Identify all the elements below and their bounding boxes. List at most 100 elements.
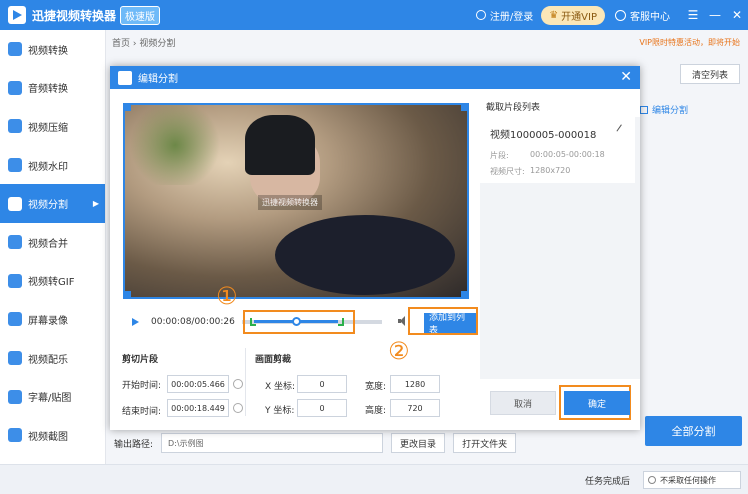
edit-split-link[interactable]: 编辑分割 — [640, 103, 688, 116]
vip-button[interactable]: ♛ 开通VIP — [541, 5, 605, 25]
sidebar-item-label: 视频分割 — [28, 200, 68, 212]
x-field[interactable]: 0 — [297, 375, 347, 393]
sidebar-item-label: 视频配乐 — [28, 354, 68, 366]
menu-icon[interactable]: ☰ — [682, 8, 704, 22]
gif-icon — [8, 273, 22, 288]
sidebar-item-audio-convert[interactable]: 音频转换 — [0, 69, 105, 108]
clip-section-title: 剪切片段 — [122, 355, 159, 365]
list-item[interactable]: 视频1000005-000018 片段: 00:00:05-00:00:18 视… — [480, 117, 635, 183]
sidebar-item-watermark[interactable]: 视频水印 — [0, 146, 105, 185]
close-icon[interactable]: ✕ — [726, 8, 748, 22]
y-label: Y 坐标: — [265, 406, 295, 416]
divider — [245, 348, 246, 416]
watermark-icon — [8, 158, 22, 173]
after-task-value: 不采取任何操作 — [660, 475, 716, 485]
pencil-icon[interactable] — [616, 124, 628, 136]
sidebar-item-merge[interactable]: 视频合并 — [0, 223, 105, 262]
edit-split-label: 编辑分割 — [652, 106, 689, 116]
height-field[interactable]: 720 — [390, 399, 440, 417]
clip-list-panel: 截取片段列表 视频1000005-000018 片段: 00:00:05-00:… — [480, 94, 640, 430]
video-compress-icon — [8, 119, 22, 134]
dialog-header: 编辑分割 — [110, 66, 640, 89]
login-link[interactable]: 注册/登录 — [490, 8, 533, 23]
sidebar-item-screenshot[interactable]: 视频截图 — [0, 416, 105, 455]
play-icon[interactable] — [132, 318, 139, 326]
sidebar-item-label: 视频转换 — [28, 45, 68, 57]
reset-end-icon[interactable] — [233, 403, 243, 413]
clock-icon — [648, 476, 656, 484]
annotation-box-2 — [408, 307, 478, 335]
crop-handle[interactable] — [461, 105, 467, 111]
app-logo-icon — [8, 6, 26, 24]
annotation-marker-1: ① — [216, 282, 238, 310]
subtitle-icon — [8, 389, 22, 404]
annotation-marker-2: ② — [388, 337, 410, 365]
sidebar-item-subtitle[interactable]: 字幕/贴图 — [0, 377, 105, 416]
sidebar-item-split[interactable]: 视频分割 ▶ — [0, 184, 105, 223]
sidebar-item-video-compress[interactable]: 视频压缩 — [0, 107, 105, 146]
split-all-button[interactable]: 全部分割 — [645, 416, 742, 446]
end-time-field[interactable]: 00:00:18.449 — [167, 399, 229, 417]
sidebar-item-label: 屏幕录像 — [28, 315, 68, 327]
output-path-field[interactable]: D:\示例图 — [161, 433, 384, 453]
breadcrumb-home[interactable]: 首页 — [112, 39, 130, 49]
volume-icon[interactable] — [398, 316, 408, 326]
service-center[interactable]: 客服中心 — [615, 8, 670, 23]
open-folder-button[interactable]: 打开文件夹 — [453, 433, 517, 453]
dialog-logo-icon — [118, 70, 132, 85]
clip-range-key: 片段: — [490, 151, 509, 160]
video-subject-cap — [245, 115, 315, 175]
y-field[interactable]: 0 — [297, 399, 347, 417]
ok-button[interactable]: 确定 — [564, 391, 630, 415]
dialog-title: 编辑分割 — [138, 74, 178, 85]
edition-badge: 极速版 — [120, 5, 161, 25]
clip-size-key: 视频尺寸: — [490, 167, 525, 176]
clip-list: 视频1000005-000018 片段: 00:00:05-00:00:18 视… — [480, 117, 640, 379]
sidebar-item-label: 字幕/贴图 — [28, 393, 72, 405]
sidebar-item-gif[interactable]: 视频转GIF — [0, 262, 105, 301]
sidebar-item-label: 视频截图 — [28, 431, 68, 443]
screenshot-icon — [8, 428, 22, 443]
title-bar: 迅捷视频转换器 极速版 注册/登录 ♛ 开通VIP 客服中心 ☰ — ✕ — [0, 0, 748, 30]
sidebar-item-label: 视频转GIF — [28, 277, 75, 289]
output-label: 输出路径: — [114, 439, 154, 450]
sidebar-item-record[interactable]: 屏幕录像 — [0, 300, 105, 339]
video-bg-foliage — [125, 105, 225, 185]
service-icon — [615, 9, 626, 21]
width-label: 宽度: — [365, 382, 387, 392]
sidebar-item-label: 视频合并 — [28, 238, 68, 250]
user-icon — [475, 10, 486, 20]
start-time-field[interactable]: 00:00:05.466 — [167, 375, 229, 393]
minimize-icon[interactable]: — — [704, 8, 726, 22]
after-task-label: 任务完成后 — [585, 477, 631, 487]
clip-name: 视频1000005-000018 — [490, 130, 597, 141]
width-field[interactable]: 1280 — [390, 375, 440, 393]
timecode: 00:00:08/00:00:26 — [151, 317, 235, 327]
sidebar-item-label: 视频压缩 — [28, 122, 68, 134]
sidebar-item-label: 视频水印 — [28, 161, 68, 173]
status-bar: 任务完成后 不采取任何操作 — [0, 464, 748, 494]
sidebar-item-music[interactable]: 视频配乐 — [0, 339, 105, 378]
sidebar-item-label: 音频转换 — [28, 84, 68, 96]
app-title: 迅捷视频转换器 — [32, 8, 117, 23]
after-task-select[interactable]: 不采取任何操作 — [643, 471, 741, 489]
crop-handle[interactable] — [125, 291, 131, 297]
record-icon — [8, 312, 22, 327]
clear-list-button[interactable]: 清空列表 — [680, 64, 740, 84]
crown-icon: ♛ — [549, 9, 559, 21]
start-time-label: 开始时间: — [122, 381, 162, 391]
service-label: 客服中心 — [630, 11, 670, 23]
audio-convert-icon — [8, 80, 22, 95]
music-icon — [8, 351, 22, 366]
clip-size-value: 1280x720 — [530, 166, 571, 175]
reset-start-icon[interactable] — [233, 379, 243, 389]
promo-banner[interactable]: VIP限时特惠活动，即将开始 — [639, 37, 740, 48]
video-preview[interactable]: 迅捷视频转换器 — [123, 103, 469, 299]
change-dir-button[interactable]: 更改目录 — [391, 433, 446, 453]
sidebar-item-video-convert[interactable]: 视频转换 — [0, 30, 105, 69]
cancel-button[interactable]: 取消 — [490, 391, 556, 415]
crop-handle[interactable] — [125, 105, 131, 111]
crop-handle[interactable] — [461, 291, 467, 297]
dialog-close-icon[interactable]: ✕ — [620, 69, 632, 85]
x-label: X 坐标: — [265, 382, 296, 392]
